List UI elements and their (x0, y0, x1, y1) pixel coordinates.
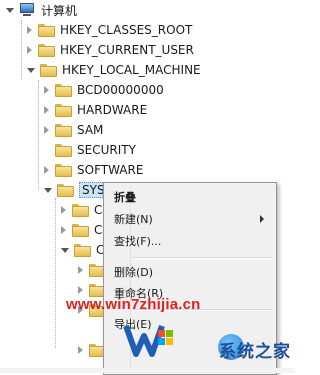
folder-icon (38, 23, 55, 37)
tree-item-label: HKEY_CURRENT_USER (60, 43, 194, 57)
tree-item-label: SOFTWARE (77, 163, 144, 177)
expand-arrow-icon[interactable] (44, 86, 49, 94)
expand-arrow-icon[interactable] (61, 226, 66, 234)
tree-item-hkey-current-user[interactable]: HKEY_CURRENT_USER (27, 40, 194, 60)
folder-icon (55, 123, 72, 137)
folder-icon (72, 203, 89, 217)
tree-item-label: 计算机 (41, 3, 78, 18)
tree-item-label: C (94, 223, 103, 237)
tree-item-label: HKEY_LOCAL_MACHINE (62, 63, 201, 77)
tree-item-label: HKEY_CLASSES_ROOT (60, 23, 193, 37)
expand-arrow-icon[interactable] (44, 106, 49, 114)
tree-item-label: HARDWARE (77, 103, 148, 117)
tree-item-label: SAM (77, 123, 104, 137)
bottom-edge (0, 368, 295, 373)
expand-arrow-icon[interactable] (78, 286, 83, 294)
expand-arrow-icon[interactable] (44, 166, 49, 174)
folder-icon (40, 63, 57, 77)
menu-separator (132, 257, 272, 259)
folder-icon (55, 103, 72, 117)
tree-item-label: BCD00000000 (77, 83, 164, 97)
folder-icon (38, 43, 55, 57)
folder-icon (72, 223, 89, 237)
menu-item-collapse[interactable]: 折叠 (114, 187, 264, 207)
tree-item-child[interactable]: C (61, 200, 102, 220)
windows-logo-icon (123, 324, 173, 357)
tree-connector-line (55, 198, 56, 348)
tree-item-label: SECURITY (77, 143, 136, 157)
menu-item-find[interactable]: 查找(F)... (114, 231, 264, 251)
folder-icon (57, 183, 74, 197)
tree-item-child[interactable]: C (61, 240, 104, 260)
expand-arrow-icon[interactable] (61, 206, 66, 214)
menu-item-label: 删除(D) (114, 266, 154, 279)
tree-item-hardware[interactable]: HARDWARE (44, 100, 147, 120)
collapse-arrow-icon[interactable] (44, 187, 52, 193)
tree-root-computer[interactable]: 计算机 (6, 0, 77, 20)
tree-item-child[interactable]: C (61, 220, 102, 240)
menu-item-delete[interactable]: 删除(D) (114, 262, 264, 282)
collapse-arrow-icon[interactable] (61, 247, 69, 253)
folder-icon (55, 163, 72, 177)
menu-item-label: 折叠 (114, 191, 136, 204)
folder-icon (55, 83, 72, 97)
computer-icon (19, 3, 35, 17)
tree-item-security[interactable]: SECURITY (55, 140, 136, 160)
folder-icon (55, 143, 72, 157)
expand-arrow-icon[interactable] (78, 266, 83, 274)
watermark-url: www.win7zhijia.cn (66, 296, 201, 313)
tree-item-bcd00000000[interactable]: BCD00000000 (44, 80, 164, 100)
tree-item-label: C (94, 203, 103, 217)
menu-item-new[interactable]: 新建(N) (114, 209, 264, 229)
tree-item-sam[interactable]: SAM (44, 120, 103, 140)
submenu-arrow-icon (260, 215, 264, 223)
folder-icon (74, 243, 91, 257)
expand-arrow-icon[interactable] (78, 346, 83, 354)
expand-arrow-icon[interactable] (27, 26, 32, 34)
tree-connector-line (21, 20, 22, 80)
tree-connector-line (38, 80, 39, 190)
tree-item-hkey-classes-root[interactable]: HKEY_CLASSES_ROOT (27, 20, 192, 40)
expand-arrow-icon[interactable] (44, 126, 49, 134)
menu-item-label: 查找(F)... (114, 235, 162, 248)
tree-item-software[interactable]: SOFTWARE (44, 160, 143, 180)
expand-arrow-icon[interactable] (27, 46, 32, 54)
collapse-arrow-icon[interactable] (27, 67, 35, 73)
watermark-brand: 系统之家 (219, 342, 291, 362)
collapse-arrow-icon[interactable] (6, 7, 14, 13)
menu-item-label: 新建(N) (114, 213, 153, 226)
tree-item-hkey-local-machine[interactable]: HKEY_LOCAL_MACHINE (27, 60, 201, 80)
